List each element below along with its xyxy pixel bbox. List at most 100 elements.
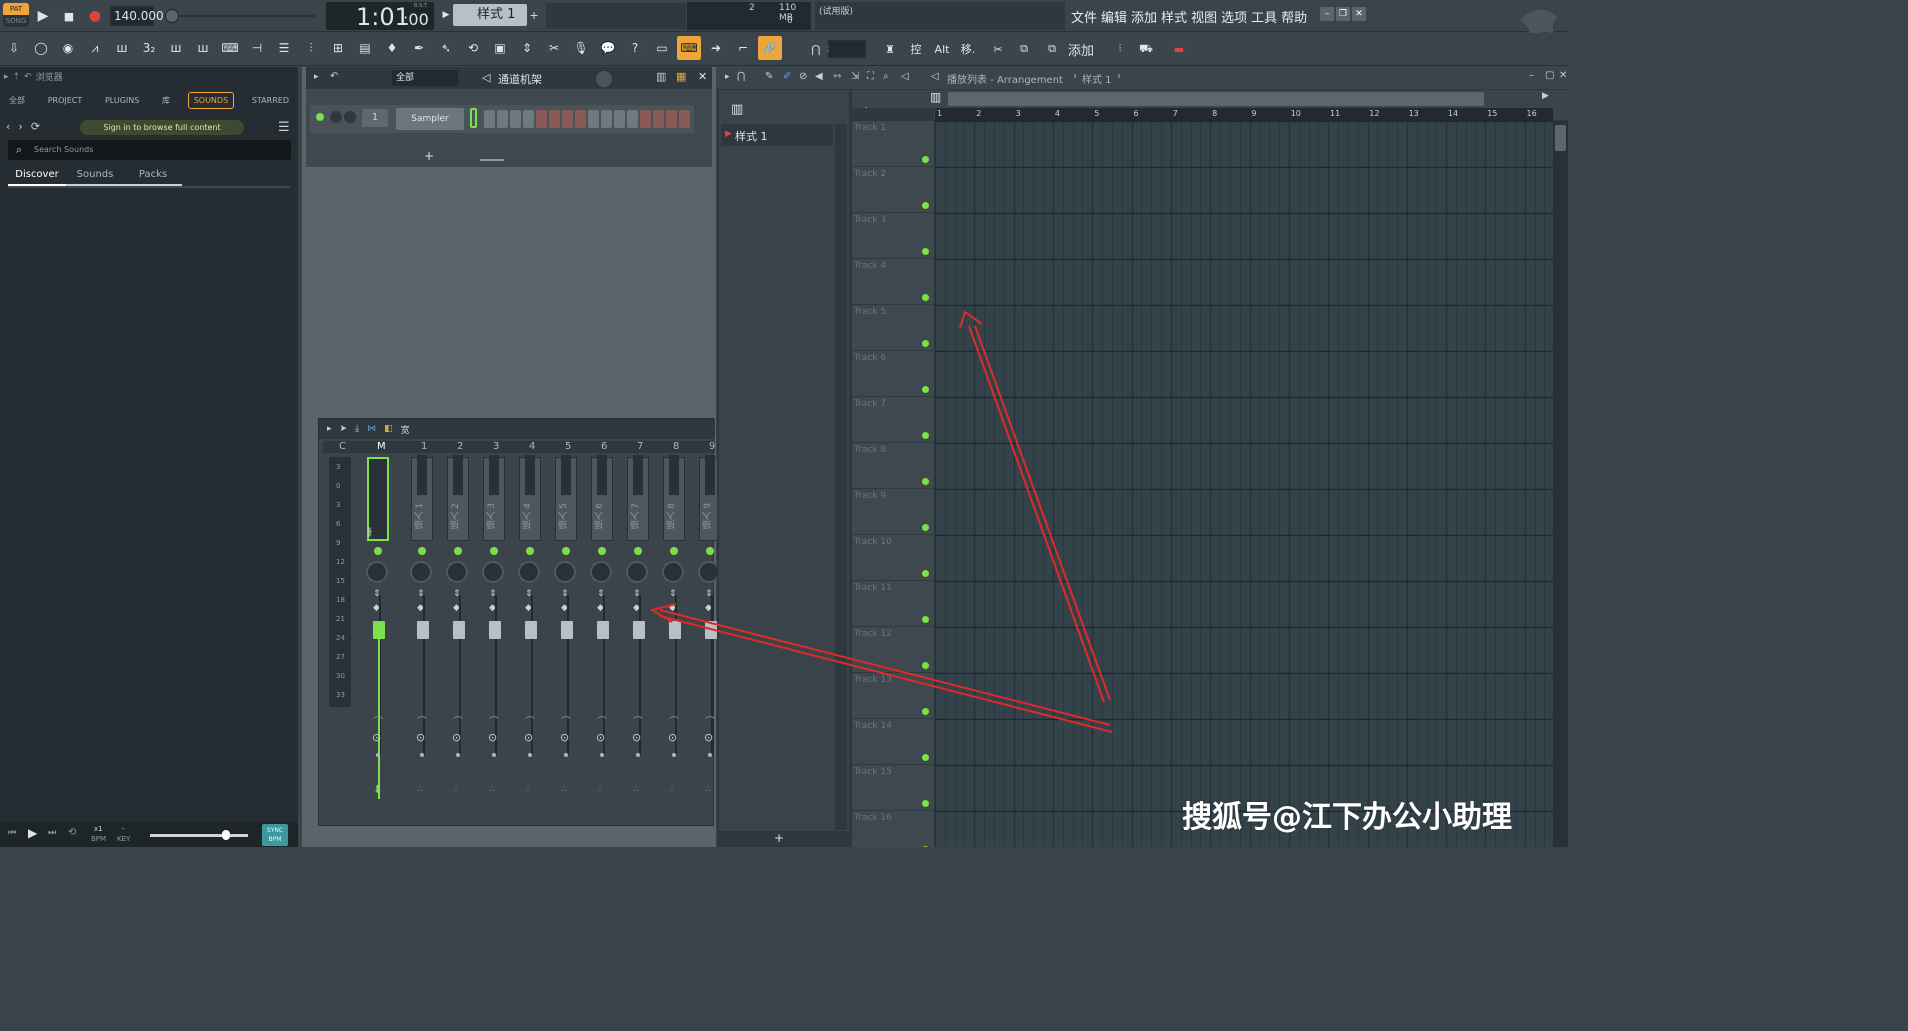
- fx-enable-icon[interactable]: ⊙: [488, 731, 497, 744]
- track-mute-led[interactable]: [922, 478, 929, 485]
- track-header[interactable]: Track 13: [852, 673, 934, 719]
- track-header[interactable]: Track 1: [852, 121, 934, 167]
- close-icon[interactable]: ✕: [698, 70, 707, 83]
- browser-tab-4[interactable]: SOUNDS: [187, 91, 235, 109]
- delete-icon[interactable]: ⊘: [799, 71, 807, 82]
- graph-icon[interactable]: ▥: [656, 70, 666, 83]
- route-icon[interactable]: ⌒: [373, 713, 383, 728]
- nav-forward-icon[interactable]: ›: [18, 120, 22, 133]
- browser-tab-2[interactable]: PLUGINS: [100, 93, 144, 108]
- collapse-icon[interactable]: ▸: [4, 72, 9, 82]
- collapse-icon[interactable]: ▸: [314, 72, 319, 82]
- volume-fader[interactable]: [453, 621, 465, 639]
- route-icon[interactable]: ⌒: [705, 713, 715, 728]
- pan-knob[interactable]: [662, 561, 684, 583]
- fx-enable-icon[interactable]: ⊙: [704, 731, 713, 744]
- send-dot[interactable]: [564, 753, 568, 757]
- track-header[interactable]: Track 3: [852, 213, 934, 259]
- route-icon[interactable]: ⌒: [525, 713, 535, 728]
- scroll-right-icon[interactable]: ▶: [1542, 91, 1549, 101]
- send-dot[interactable]: [708, 753, 712, 757]
- fx-enable-icon[interactable]: ⊙: [372, 731, 381, 744]
- fx-enable-icon[interactable]: ⊙: [452, 731, 461, 744]
- send-arrow-icon[interactable]: △: [561, 783, 567, 792]
- fx-enable-icon[interactable]: ⊙: [416, 731, 425, 744]
- step-button[interactable]: [601, 110, 612, 128]
- browser-tab-1[interactable]: PROJECT: [43, 93, 88, 108]
- send-dot[interactable]: [420, 753, 424, 757]
- minimize-icon[interactable]: –: [1320, 7, 1334, 21]
- menu-icon[interactable]: ☰: [278, 120, 290, 135]
- mute-icon[interactable]: ◀: [815, 71, 823, 82]
- snap-char-button[interactable]: 控: [904, 36, 928, 62]
- send-dot[interactable]: [600, 753, 604, 757]
- track-header[interactable]: Track 12: [852, 627, 934, 673]
- stop-button[interactable]: ■: [57, 4, 81, 28]
- blend-button[interactable]: ⊣: [245, 36, 269, 60]
- move-button[interactable]: 移.: [956, 36, 980, 62]
- track-led[interactable]: [598, 547, 606, 555]
- flag-button[interactable]: ▬: [1162, 36, 1196, 62]
- track-led[interactable]: [562, 547, 570, 555]
- menu-item-6[interactable]: 工具: [1251, 7, 1277, 26]
- copy-button[interactable]: ⧉: [1012, 36, 1036, 62]
- alt-button[interactable]: Alt: [930, 36, 954, 62]
- send-dot[interactable]: [636, 753, 640, 757]
- step-edit-button[interactable]: ш: [164, 36, 188, 60]
- skip-forward-icon[interactable]: ⏭: [48, 828, 56, 838]
- slice-icon[interactable]: ⇲: [851, 71, 859, 82]
- fx-enable-icon[interactable]: ⊙: [668, 731, 677, 744]
- swing-knob[interactable]: [596, 71, 612, 87]
- time-display[interactable]: 1:01 :00 B:S:T: [326, 2, 434, 31]
- track-header[interactable]: Track 15: [852, 765, 934, 811]
- link-icon[interactable]: ⋈: [367, 424, 376, 434]
- paste-button[interactable]: ⧉: [1040, 36, 1064, 62]
- volume-fader[interactable]: [669, 621, 681, 639]
- channel-number[interactable]: 1: [362, 109, 388, 127]
- zoom-icon[interactable]: ⌕: [883, 71, 889, 82]
- track-led[interactable]: [490, 547, 498, 555]
- up-arrow-icon[interactable]: ⇡: [13, 72, 21, 82]
- track-header[interactable]: Track 10: [852, 535, 934, 581]
- track-header[interactable]: Track 14: [852, 719, 934, 765]
- arrow-right-button[interactable]: ➜: [704, 36, 728, 60]
- volume-fader[interactable]: [525, 621, 537, 639]
- menu-item-0[interactable]: 文件: [1071, 7, 1097, 26]
- pattern-list-item[interactable]: ▶ 样式 1: [721, 124, 833, 146]
- master-volume-button[interactable]: ◉: [56, 36, 80, 60]
- pin-icon[interactable]: ⤓: [355, 424, 359, 434]
- keyboard-button[interactable]: ⌨: [677, 36, 701, 60]
- pattern-add-button[interactable]: +: [528, 5, 540, 25]
- browser-subtab-1[interactable]: Sounds: [66, 169, 124, 186]
- send-arrow-icon[interactable]: △: [453, 783, 459, 792]
- pan-knob[interactable]: [366, 561, 388, 583]
- search-bar[interactable]: ⌕ Search Sounds: [8, 140, 291, 160]
- link-button[interactable]: 🔗: [758, 36, 782, 60]
- send-dot[interactable]: [492, 753, 496, 757]
- menu-item-2[interactable]: 添加: [1131, 7, 1157, 26]
- track-header[interactable]: Track 7: [852, 397, 934, 443]
- disk-button[interactable]: ▣: [488, 36, 512, 60]
- route-icon[interactable]: ⌒: [633, 713, 643, 728]
- piano-roll-button[interactable]: ▤: [353, 36, 377, 60]
- channel-rack-button[interactable]: ⊞: [326, 36, 350, 60]
- send-arrow-icon[interactable]: △: [705, 783, 711, 792]
- step-button[interactable]: [484, 110, 495, 128]
- track-mute-led[interactable]: [922, 846, 929, 847]
- route-icon[interactable]: ⌒: [417, 713, 427, 728]
- horizontal-scrollbar[interactable]: [948, 92, 1484, 106]
- speaker-icon[interactable]: ◁: [901, 71, 909, 82]
- send-arrow-icon[interactable]: △: [525, 783, 531, 792]
- mic-button[interactable]: 🎙: [569, 36, 593, 60]
- track-mute-led[interactable]: [922, 202, 929, 209]
- browser-tab-0[interactable]: 全部: [4, 92, 30, 109]
- add-menu-label[interactable]: 添加: [1068, 40, 1094, 59]
- tempo-display[interactable]: 140.000: [110, 6, 164, 26]
- menu-item-3[interactable]: 样式: [1161, 7, 1187, 26]
- route-icon[interactable]: ⌒: [561, 713, 571, 728]
- typing-keyboard-button[interactable]: ⌨: [218, 36, 242, 60]
- pattern-selector[interactable]: 样式 1: [453, 4, 527, 26]
- step-button[interactable]: [588, 110, 599, 128]
- pan-knob[interactable]: [554, 561, 576, 583]
- pan-knob[interactable]: [482, 561, 504, 583]
